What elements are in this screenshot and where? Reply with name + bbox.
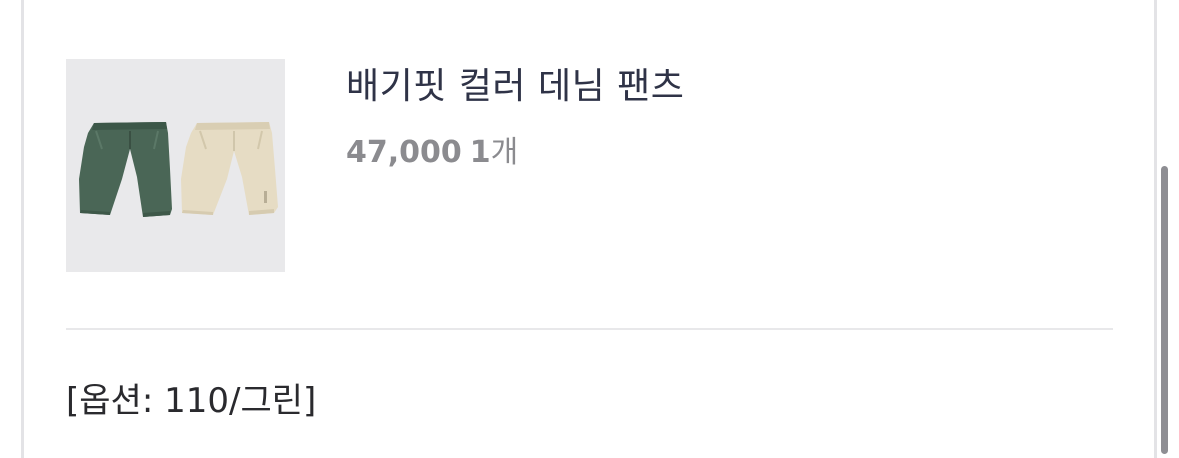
left-border [21, 0, 24, 458]
product-quantity: 1 [469, 135, 491, 170]
beige-pants-icon [181, 122, 278, 215]
green-pants-icon [79, 122, 172, 217]
product-price: 47,000 [346, 135, 462, 170]
product-row[interactable]: 배기핏 컬러 데님 팬츠 47,000 1개 [66, 59, 1113, 272]
quantity-unit: 개 [490, 135, 519, 170]
option-label: [옵션: 110/그린] [66, 381, 317, 421]
section-divider [66, 328, 1113, 330]
pants-image-icon [79, 122, 278, 217]
product-info: 배기핏 컬러 데님 팬츠 47,000 1개 [346, 63, 684, 173]
product-name[interactable]: 배기핏 컬러 데님 팬츠 [346, 63, 684, 111]
scrollbar-thumb[interactable] [1161, 166, 1168, 454]
product-thumbnail[interactable] [66, 59, 285, 272]
right-border [1154, 0, 1157, 458]
price-quantity: 47,000 1개 [346, 133, 684, 173]
order-item-panel: 배기핏 컬러 데님 팬츠 47,000 1개 [옵션: 110/그린] [0, 0, 1179, 458]
